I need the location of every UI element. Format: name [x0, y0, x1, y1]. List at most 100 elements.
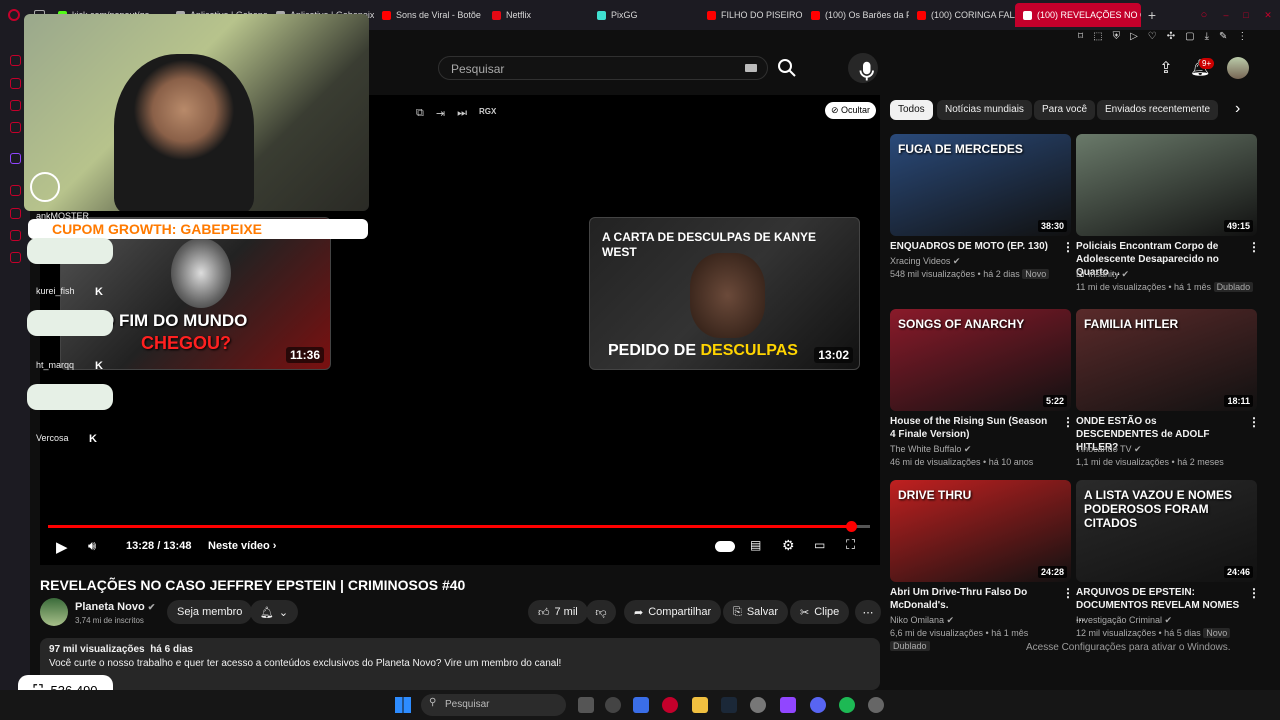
volume-icon[interactable]: 🔊︎ — [88, 538, 96, 554]
spotify-icon[interactable] — [839, 697, 855, 713]
search-tabs-icon[interactable]: ○ — [1192, 9, 1216, 21]
description-box[interactable]: 97 mil visualizações há 6 dias Você curt… — [40, 638, 880, 690]
channel-name[interactable]: The White Buffalo ✔ — [890, 443, 1070, 456]
progress-knob[interactable] — [846, 521, 858, 532]
steam-icon[interactable] — [721, 697, 737, 713]
browser-tab[interactable]: Netflix — [484, 3, 589, 27]
channel-name[interactable]: Planeta Novo ✔ — [75, 601, 155, 613]
miniplayer-icon[interactable]: ⧉ — [416, 107, 424, 120]
sidebar-icon[interactable] — [10, 100, 21, 111]
sidebar-icon[interactable] — [10, 55, 21, 66]
heart-icon[interactable]: ♡ — [1148, 31, 1157, 42]
app-icon[interactable] — [605, 697, 621, 713]
hide-endscreen-button[interactable]: ⊘ Ocultar — [825, 102, 877, 119]
browser-tab-active[interactable]: (100) REVELAÇÕES NO CA — [1015, 3, 1141, 27]
sidebar-icon[interactable] — [10, 252, 21, 263]
file-explorer-icon[interactable] — [692, 697, 708, 713]
sidebar-icon[interactable] — [10, 78, 21, 89]
video-title[interactable]: Abri Um Drive-Thru Falso Do McDonald's. — [890, 586, 1055, 612]
chip-para-voce[interactable]: Para você — [1034, 100, 1096, 120]
join-button[interactable]: Seja membro — [167, 600, 253, 624]
discord-icon[interactable] — [810, 697, 826, 713]
share-button[interactable]: ➦ Compartilhar — [624, 600, 722, 624]
more-options-icon[interactable]: ⋮ — [1248, 241, 1260, 253]
taskbar-search[interactable]: ⚲ Pesquisar — [421, 694, 566, 716]
more-options-icon[interactable]: ⋮ — [1062, 416, 1074, 428]
minimize-icon[interactable]: – — [1216, 10, 1236, 20]
save-button[interactable]: ⎘ Salvar — [723, 600, 788, 624]
extensions-icon[interactable]: ✣ — [1167, 31, 1175, 42]
close-icon[interactable]: ✕ — [1256, 10, 1280, 21]
browser-tab[interactable]: PixGG — [589, 3, 699, 27]
channel-name[interactable]: Investigação Criminal ✔ — [1076, 614, 1256, 627]
voice-search-button[interactable] — [848, 53, 878, 83]
maximize-icon[interactable]: □ — [1236, 10, 1256, 20]
browser-tab[interactable]: (100) CORINGA FALA — [909, 3, 1015, 27]
channel-name[interactable]: Xracing Videos ✔ — [890, 255, 1070, 268]
app-icon[interactable] — [780, 697, 796, 713]
video-thumbnail[interactable]: FAMILIA HITLER 18:11 — [1076, 309, 1257, 411]
app-icon[interactable] — [750, 697, 766, 713]
sidebar-icon[interactable] — [10, 185, 21, 196]
video-thumbnail[interactable]: A LISTA VAZOU E NOMES PODEROSOS FORAM CI… — [1076, 480, 1257, 582]
search-icon[interactable] — [775, 56, 799, 80]
autoplay-toggle[interactable] — [715, 541, 735, 552]
more-options-icon[interactable]: ⋮ — [1248, 587, 1260, 599]
windows-start-icon[interactable] — [395, 697, 411, 713]
task-view-icon[interactable] — [578, 697, 594, 713]
twitch-icon[interactable] — [10, 153, 21, 164]
chip-todos[interactable]: Todos — [890, 100, 933, 120]
account-avatar[interactable] — [1227, 57, 1249, 79]
shield-icon[interactable]: ⛨ — [1113, 31, 1121, 42]
browser-tab[interactable]: (100) Os Barões da P — [803, 3, 909, 27]
channel-avatar[interactable] — [40, 598, 68, 626]
sidebar-icon[interactable] — [10, 122, 21, 133]
rgx-label[interactable]: RGX — [479, 107, 496, 120]
progress-bar[interactable] — [48, 521, 870, 532]
bookmark-icon[interactable]: ⌑ — [1078, 31, 1083, 42]
fullscreen-icon[interactable]: ⛶ — [846, 537, 855, 553]
dislike-button[interactable]: 👎︎ — [586, 600, 616, 624]
download-icon[interactable]: ⤓ — [1205, 31, 1209, 42]
new-tab-icon[interactable]: + — [1141, 7, 1163, 23]
play-icon[interactable]: ▷ — [1130, 31, 1138, 42]
more-options-icon[interactable]: ⋮ — [1062, 587, 1074, 599]
menu-icon[interactable]: ⋮ — [1237, 31, 1247, 42]
clip-button[interactable]: ✂ Clipe — [790, 600, 850, 624]
next-icon[interactable]: ⏭ — [457, 107, 467, 120]
endscreen-video-card[interactable]: A CARTA DE DESCULPAS DE KANYE WEST PEDID… — [589, 217, 860, 370]
wallet-icon[interactable]: ▢ — [1185, 31, 1194, 42]
more-actions-button[interactable]: ⋯ — [855, 600, 881, 624]
settings-icon[interactable]: ⚙ — [782, 537, 795, 554]
more-options-icon[interactable]: ⋮ — [1248, 416, 1260, 428]
like-button[interactable]: 👍︎ 7 mil — [528, 600, 588, 624]
channel-name[interactable]: Dr Insanity ✔ — [1076, 268, 1256, 281]
opera-icon[interactable] — [662, 697, 678, 713]
sidebar-icon[interactable] — [10, 208, 21, 219]
subscribed-bell-button[interactable]: 🔔︎ ⌄ — [250, 600, 298, 624]
video-thumbnail[interactable]: 49:15 — [1076, 134, 1257, 236]
chip-enviados[interactable]: Enviados recentemente — [1097, 100, 1219, 120]
chip-noticias[interactable]: Notícias mundiais — [937, 100, 1032, 120]
upload-icon[interactable]: ⇪ — [1156, 58, 1176, 78]
keyboard-icon[interactable] — [745, 64, 757, 72]
video-thumbnail[interactable]: DRIVE THRU 24:28 — [890, 480, 1071, 582]
subtitles-icon[interactable]: ▤ — [750, 538, 761, 552]
sidebar-icon[interactable] — [10, 230, 21, 241]
chapters-button[interactable]: Neste vídeo › — [208, 540, 276, 552]
app-icon[interactable] — [868, 697, 884, 713]
browser-tab[interactable]: Sons de Viral - Botõe — [374, 3, 484, 27]
theater-icon[interactable]: ▭ — [814, 538, 825, 552]
video-thumbnail[interactable]: FUGA DE MERCEDES 38:30 — [890, 134, 1071, 236]
video-thumbnail[interactable]: SONGS OF ANARCHY 5:22 — [890, 309, 1071, 411]
play-icon[interactable]: ▶ — [56, 538, 68, 556]
chevron-right-icon[interactable]: › — [1235, 100, 1240, 118]
browser-tab[interactable]: FILHO DO PISEIRO E — [699, 3, 803, 27]
channel-name[interactable]: Niko Omilana ✔ — [890, 614, 1070, 627]
exit-icon[interactable]: ⇥ — [436, 107, 445, 120]
search-input[interactable]: Pesquisar — [438, 56, 768, 80]
more-options-icon[interactable]: ⋮ — [1062, 241, 1074, 253]
video-title[interactable]: House of the Rising Sun (Season 4 Finale… — [890, 415, 1055, 441]
copilot-icon[interactable] — [633, 697, 649, 713]
screenshot-icon[interactable]: ⬚ — [1093, 31, 1102, 42]
